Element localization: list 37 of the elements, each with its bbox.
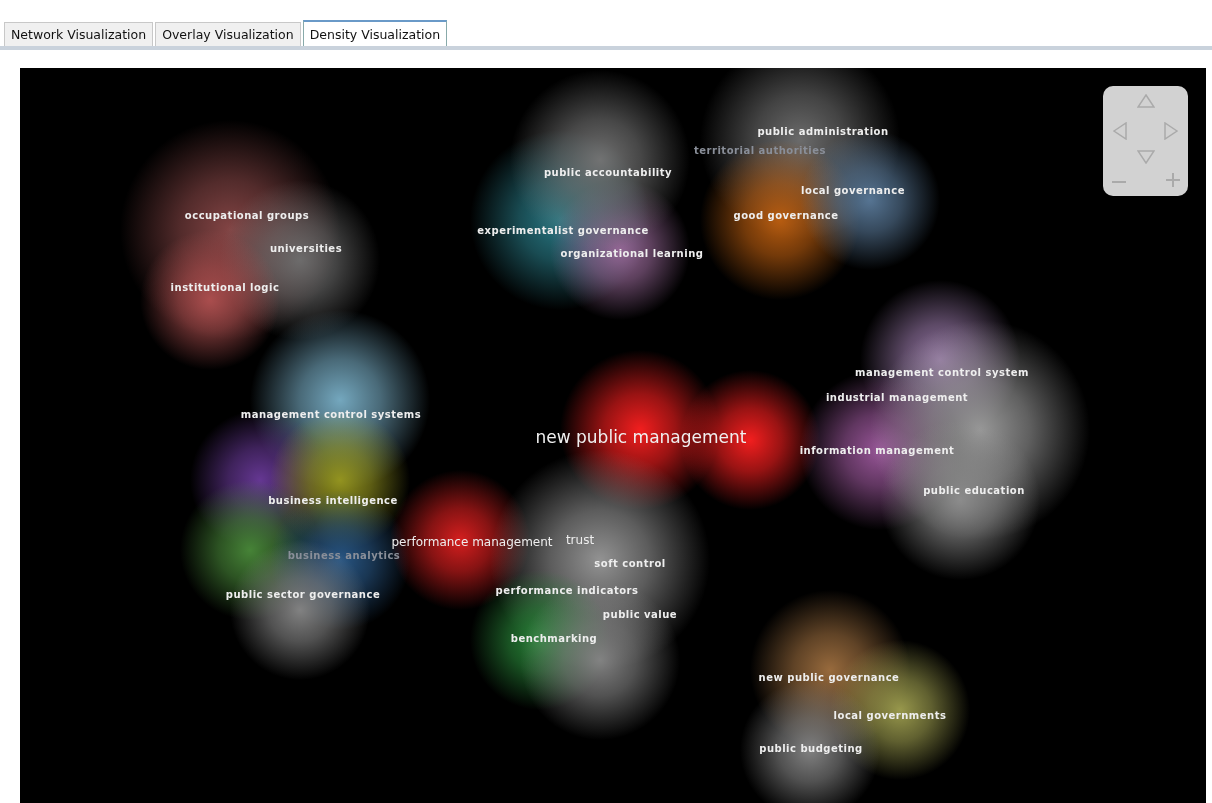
term-label[interactable]: industrial management <box>825 391 969 403</box>
term-label[interactable]: public sector governance <box>225 588 381 600</box>
tab[interactable]: Density Visualization <box>302 20 448 46</box>
term-label[interactable]: local governance <box>801 184 905 196</box>
term-label[interactable]: new public governance <box>758 671 900 683</box>
term-label[interactable]: performance indicators <box>495 584 639 596</box>
term-label[interactable]: public education <box>923 484 1025 496</box>
term-label[interactable]: public budgeting <box>759 742 863 754</box>
term-label[interactable]: organizational learning <box>560 247 704 259</box>
term-label[interactable]: public administration <box>757 125 889 137</box>
right-arrow-icon[interactable] <box>1164 122 1178 140</box>
zoom-out-icon[interactable] <box>1111 178 1127 186</box>
term-label[interactable]: management control system <box>855 366 1029 378</box>
term-label[interactable]: business analytics <box>287 549 401 561</box>
term-label[interactable]: performance management <box>391 535 553 549</box>
term-label[interactable]: trust <box>565 533 595 547</box>
term-label[interactable]: new public management <box>535 427 747 447</box>
down-arrow-icon[interactable] <box>1137 150 1155 164</box>
term-label[interactable]: territorial authorities <box>694 144 826 156</box>
term-label[interactable]: universities <box>269 242 343 254</box>
term-label[interactable]: management control systems <box>240 408 422 420</box>
term-label[interactable]: public value <box>602 608 678 620</box>
term-label[interactable]: information management <box>799 444 955 456</box>
term-label[interactable]: experimentalist governance <box>477 224 649 236</box>
term-label[interactable]: good governance <box>733 209 839 221</box>
term-label[interactable]: public accountability <box>543 166 673 178</box>
zoom-in-icon[interactable] <box>1165 172 1181 188</box>
term-label[interactable]: local governments <box>833 709 947 721</box>
up-arrow-icon[interactable] <box>1137 94 1155 108</box>
term-label[interactable]: benchmarking <box>510 632 598 644</box>
term-label[interactable]: institutional logic <box>170 281 280 293</box>
tab[interactable]: Overlay Visualization <box>155 22 301 46</box>
tab[interactable]: Network Visualization <box>4 22 154 46</box>
term-label[interactable]: occupational groups <box>184 209 310 221</box>
term-label[interactable]: business intelligence <box>268 494 398 506</box>
left-arrow-icon[interactable] <box>1113 122 1127 140</box>
term-label[interactable]: soft control <box>594 557 666 569</box>
